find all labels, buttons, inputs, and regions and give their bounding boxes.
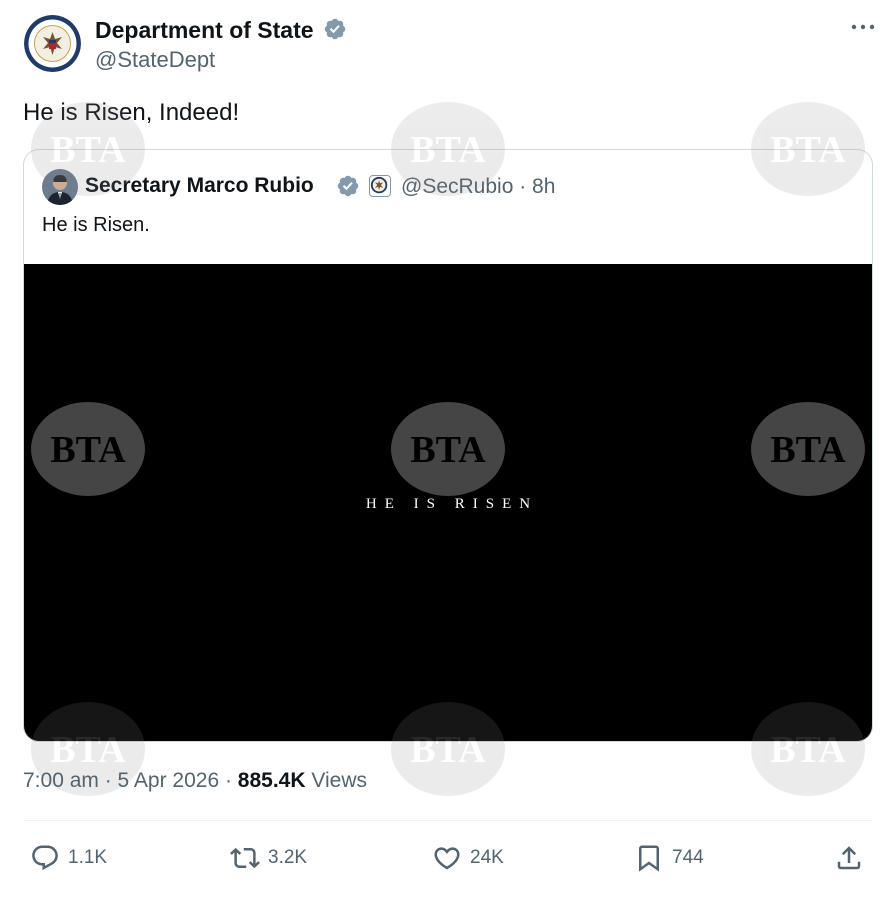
media-caption: HE IS RISEN xyxy=(365,496,539,512)
state-department-seal-icon xyxy=(24,15,81,72)
reply-icon xyxy=(32,845,58,871)
views-label: Views xyxy=(305,769,367,792)
action-bar: 1.1K 3.2K 24K 744 xyxy=(0,838,896,878)
share-icon xyxy=(837,846,861,870)
author-name[interactable]: Department of State xyxy=(95,17,314,44)
like-icon xyxy=(434,847,460,870)
avatar[interactable] xyxy=(24,15,81,72)
bookmark-icon xyxy=(639,845,659,872)
tweet-timestamp[interactable]: 7:00 am · 5 Apr 2026 · xyxy=(23,769,238,792)
quote-text: He is Risen. xyxy=(42,214,150,236)
tweet-header: Department of State @StateDept xyxy=(24,14,876,74)
verified-badge-icon xyxy=(324,18,346,40)
quote-media-image[interactable]: HE IS RISEN xyxy=(24,264,872,741)
author-handle[interactable]: @StateDept xyxy=(95,47,215,73)
repost-count: 3.2K xyxy=(268,847,308,868)
quoted-tweet[interactable]: Secretary Marco Rubio @SecRubio · 8h He … xyxy=(23,149,873,742)
share-button[interactable] xyxy=(834,838,864,878)
quote-avatar[interactable] xyxy=(42,169,78,205)
divider xyxy=(23,820,873,821)
tweet-meta: 7:00 am · 5 Apr 2026 · 885.4K Views xyxy=(23,769,367,793)
quote-author-handle[interactable]: @SecRubio · 8h xyxy=(401,175,555,199)
verified-badge-icon xyxy=(337,175,359,197)
reply-count: 1.1K xyxy=(68,847,108,868)
views-count: 885.4K xyxy=(237,769,306,792)
bookmark-count: 744 xyxy=(672,847,704,868)
repost-icon xyxy=(230,847,260,869)
more-icon xyxy=(851,24,875,30)
state-department-seal-icon xyxy=(370,176,388,194)
like-count: 24K xyxy=(470,847,504,868)
more-button[interactable] xyxy=(850,14,876,40)
reply-button[interactable]: 1.1K xyxy=(30,838,107,878)
bookmark-button[interactable]: 744 xyxy=(634,838,704,878)
affiliation-badge[interactable] xyxy=(369,175,391,197)
like-button[interactable]: 24K xyxy=(432,838,504,878)
quote-author-name[interactable]: Secretary Marco Rubio xyxy=(85,174,314,198)
tweet-text: He is Risen, Indeed! xyxy=(23,99,240,126)
repost-button[interactable]: 3.2K xyxy=(230,838,307,878)
